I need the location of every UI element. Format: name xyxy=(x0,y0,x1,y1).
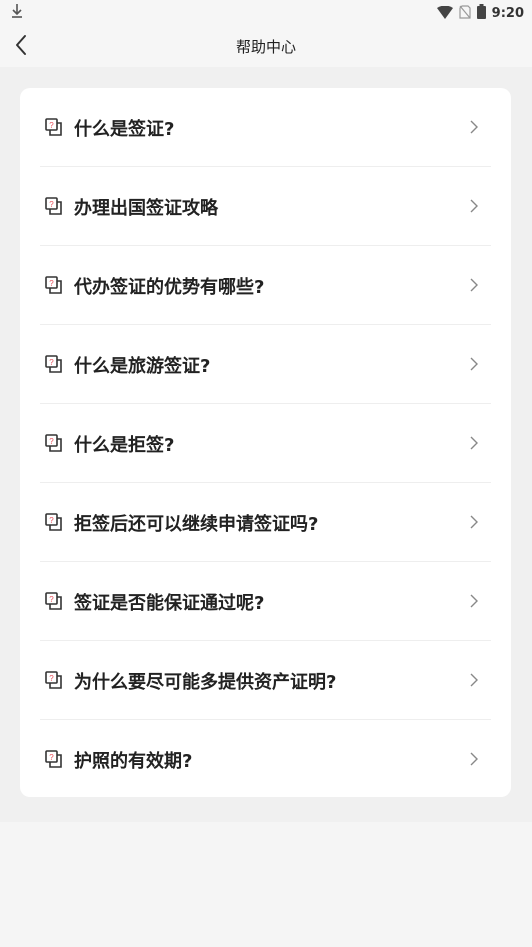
battery-icon xyxy=(476,4,486,23)
chevron-right-icon xyxy=(469,672,479,688)
list-item-label: 护照的有效期? xyxy=(74,751,193,772)
svg-text:?: ? xyxy=(49,595,54,604)
svg-text:?: ? xyxy=(49,437,54,446)
svg-text:?: ? xyxy=(49,279,54,288)
list-item-label: 签证是否能保证通过呢? xyxy=(74,593,265,614)
list-item-label: 什么是旅游签证? xyxy=(74,356,211,377)
list-item[interactable]: ? 什么是签证? xyxy=(40,88,491,167)
svg-text:?: ? xyxy=(49,200,54,209)
question-copy-icon: ? xyxy=(44,749,64,769)
app-header: 帮助中心 xyxy=(0,24,532,67)
question-copy-icon: ? xyxy=(44,591,64,611)
question-copy-icon: ? xyxy=(44,354,64,374)
svg-text:?: ? xyxy=(49,516,54,525)
wifi-icon xyxy=(436,4,453,23)
chevron-right-icon xyxy=(469,593,479,609)
question-copy-icon: ? xyxy=(44,275,64,295)
status-bar: 9:20 xyxy=(0,0,532,24)
list-item[interactable]: ? 什么是旅游签证? xyxy=(40,325,491,404)
question-copy-icon: ? xyxy=(44,196,64,216)
chevron-right-icon xyxy=(469,514,479,530)
chevron-right-icon xyxy=(469,277,479,293)
question-copy-icon: ? xyxy=(44,433,64,453)
chevron-right-icon xyxy=(469,435,479,451)
status-time: 9:20 xyxy=(491,6,524,21)
list-item-label: 什么是拒签? xyxy=(74,435,175,456)
list-item[interactable]: ? 护照的有效期? xyxy=(40,720,491,798)
help-list: ? 什么是签证? ? 办理出国签证攻略 ? 代办签证的优势有哪些? ? 什么是旅… xyxy=(20,88,511,797)
list-item-label: 什么是签证? xyxy=(74,119,175,140)
chevron-right-icon xyxy=(469,751,479,767)
chevron-right-icon xyxy=(469,198,479,214)
list-item-label: 为什么要尽可能多提供资产证明? xyxy=(74,672,337,693)
list-item-label: 拒签后还可以继续申请签证吗? xyxy=(74,514,319,535)
chevron-right-icon xyxy=(469,119,479,135)
list-item[interactable]: ? 代办签证的优势有哪些? xyxy=(40,246,491,325)
download-icon xyxy=(10,2,24,24)
svg-text:?: ? xyxy=(49,358,54,367)
list-item[interactable]: ? 拒签后还可以继续申请签证吗? xyxy=(40,483,491,562)
list-item[interactable]: ? 签证是否能保证通过呢? xyxy=(40,562,491,641)
list-item[interactable]: ? 什么是拒签? xyxy=(40,404,491,483)
svg-text:?: ? xyxy=(49,121,54,130)
page-title: 帮助中心 xyxy=(235,38,296,56)
list-item[interactable]: ? 为什么要尽可能多提供资产证明? xyxy=(40,641,491,720)
question-copy-icon: ? xyxy=(44,670,64,690)
svg-text:?: ? xyxy=(49,753,54,762)
chevron-right-icon xyxy=(469,356,479,372)
question-copy-icon: ? xyxy=(44,117,64,137)
list-item[interactable]: ? 办理出国签证攻略 xyxy=(40,167,491,246)
list-item-label: 办理出国签证攻略 xyxy=(74,198,218,219)
content-area: ? 什么是签证? ? 办理出国签证攻略 ? 代办签证的优势有哪些? ? 什么是旅… xyxy=(0,67,532,822)
empty-area xyxy=(0,822,532,947)
no-sim-icon xyxy=(459,4,471,23)
svg-text:?: ? xyxy=(49,674,54,683)
list-item-label: 代办签证的优势有哪些? xyxy=(74,277,265,298)
question-copy-icon: ? xyxy=(44,512,64,532)
